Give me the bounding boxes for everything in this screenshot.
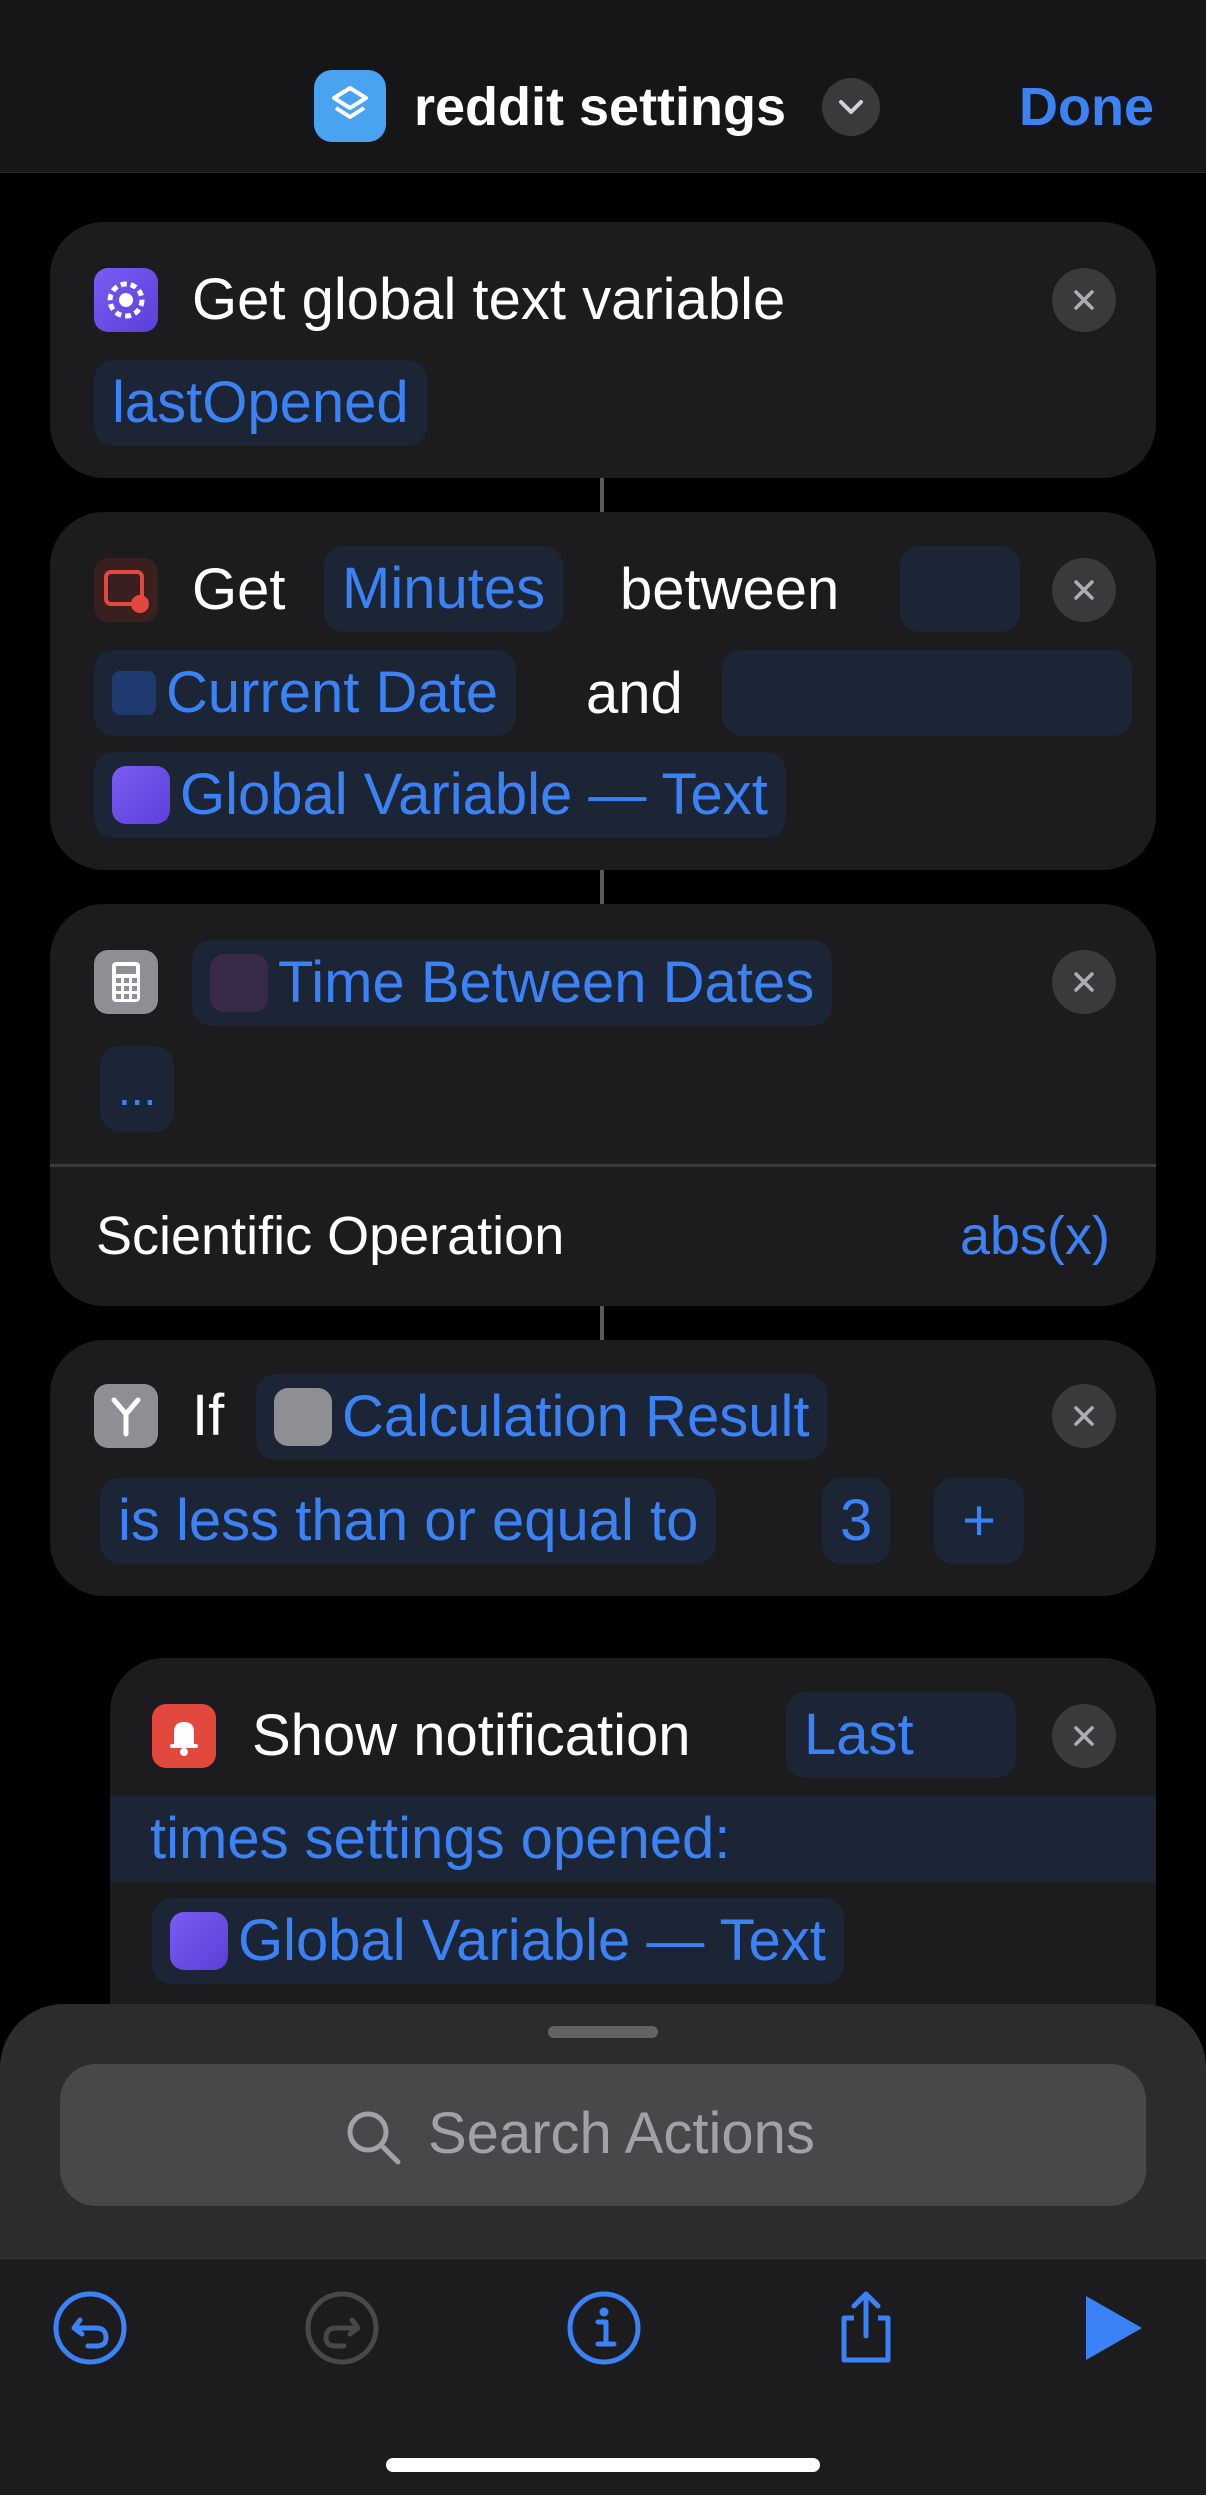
more-token[interactable]: ... <box>100 1046 175 1132</box>
calculate-input-label: Time Between Dates <box>278 950 815 1015</box>
undo-icon[interactable] <box>50 2288 130 2368</box>
bell-icon <box>152 1704 216 1768</box>
time-unit-token[interactable]: Minutes <box>324 546 564 632</box>
calendar-clock-icon <box>210 953 268 1012</box>
shortcut-title[interactable]: reddit settings <box>414 72 786 142</box>
variable-name-token[interactable]: lastOpened <box>94 360 427 446</box>
condition-token[interactable]: is less than or equal to <box>100 1478 717 1564</box>
chevron-down-icon[interactable] <box>822 78 880 136</box>
empty-token[interactable] <box>722 650 1132 736</box>
action-connector <box>600 478 604 512</box>
done-button[interactable]: Done <box>1019 72 1154 142</box>
notification-variable-label: Global Variable — Text <box>238 1908 826 1973</box>
close-icon[interactable] <box>1052 1384 1116 1448</box>
calculator-icon <box>94 950 158 1014</box>
and-word: and <box>586 661 683 726</box>
operation-value[interactable]: abs(x) <box>960 1200 1110 1272</box>
between-word: between <box>620 557 840 622</box>
notification-variable-token[interactable]: Global Variable — Text <box>152 1898 844 1984</box>
redo-icon[interactable] <box>302 2288 382 2368</box>
shortcut-app-icon[interactable] <box>314 70 386 142</box>
calendar-icon <box>112 670 156 715</box>
gear-icon <box>170 1911 228 1970</box>
calculator-icon <box>274 1387 332 1446</box>
gear-icon <box>94 268 158 332</box>
action-label: Get global text variable <box>192 267 786 332</box>
notification-text-token[interactable]: Last <box>786 1692 1016 1778</box>
close-icon[interactable] <box>1052 1704 1116 1768</box>
start-date-token[interactable]: Current Date <box>94 650 517 736</box>
if-word: If <box>192 1383 225 1448</box>
calendar-clock-icon <box>94 558 158 622</box>
action-connector <box>600 1306 604 1340</box>
divider <box>50 1164 1156 1167</box>
notification-text-token[interactable]: times settings opened: <box>110 1796 1156 1882</box>
search-placeholder: Search Actions <box>428 2101 815 2166</box>
calculate-input-token[interactable]: Time Between Dates <box>192 940 833 1026</box>
gear-icon <box>112 765 170 824</box>
home-indicator[interactable] <box>386 2458 820 2472</box>
action-label: Show notification <box>252 1703 691 1768</box>
close-icon[interactable] <box>1052 950 1116 1014</box>
play-icon[interactable] <box>1076 2288 1156 2368</box>
compare-value-token[interactable]: 3 <box>822 1478 891 1564</box>
if-input-label: Calculation Result <box>342 1384 810 1449</box>
option-label: Scientific Operation <box>96 1206 565 1266</box>
action-connector <box>600 870 604 904</box>
end-date-token[interactable]: Global Variable — Text <box>94 752 786 838</box>
get-word: Get <box>192 557 286 622</box>
sheet-grabber[interactable] <box>548 2026 658 2038</box>
close-icon[interactable] <box>1052 268 1116 332</box>
if-input-token[interactable]: Calculation Result <box>256 1374 828 1460</box>
start-date-label: Current Date <box>166 660 499 725</box>
share-icon[interactable] <box>826 2288 906 2368</box>
end-date-label: Global Variable — Text <box>180 762 768 827</box>
add-condition-button[interactable]: + <box>934 1478 1024 1564</box>
branch-icon <box>94 1384 158 1448</box>
empty-token[interactable] <box>900 546 1020 632</box>
info-icon[interactable] <box>564 2288 644 2368</box>
close-icon[interactable] <box>1052 558 1116 622</box>
